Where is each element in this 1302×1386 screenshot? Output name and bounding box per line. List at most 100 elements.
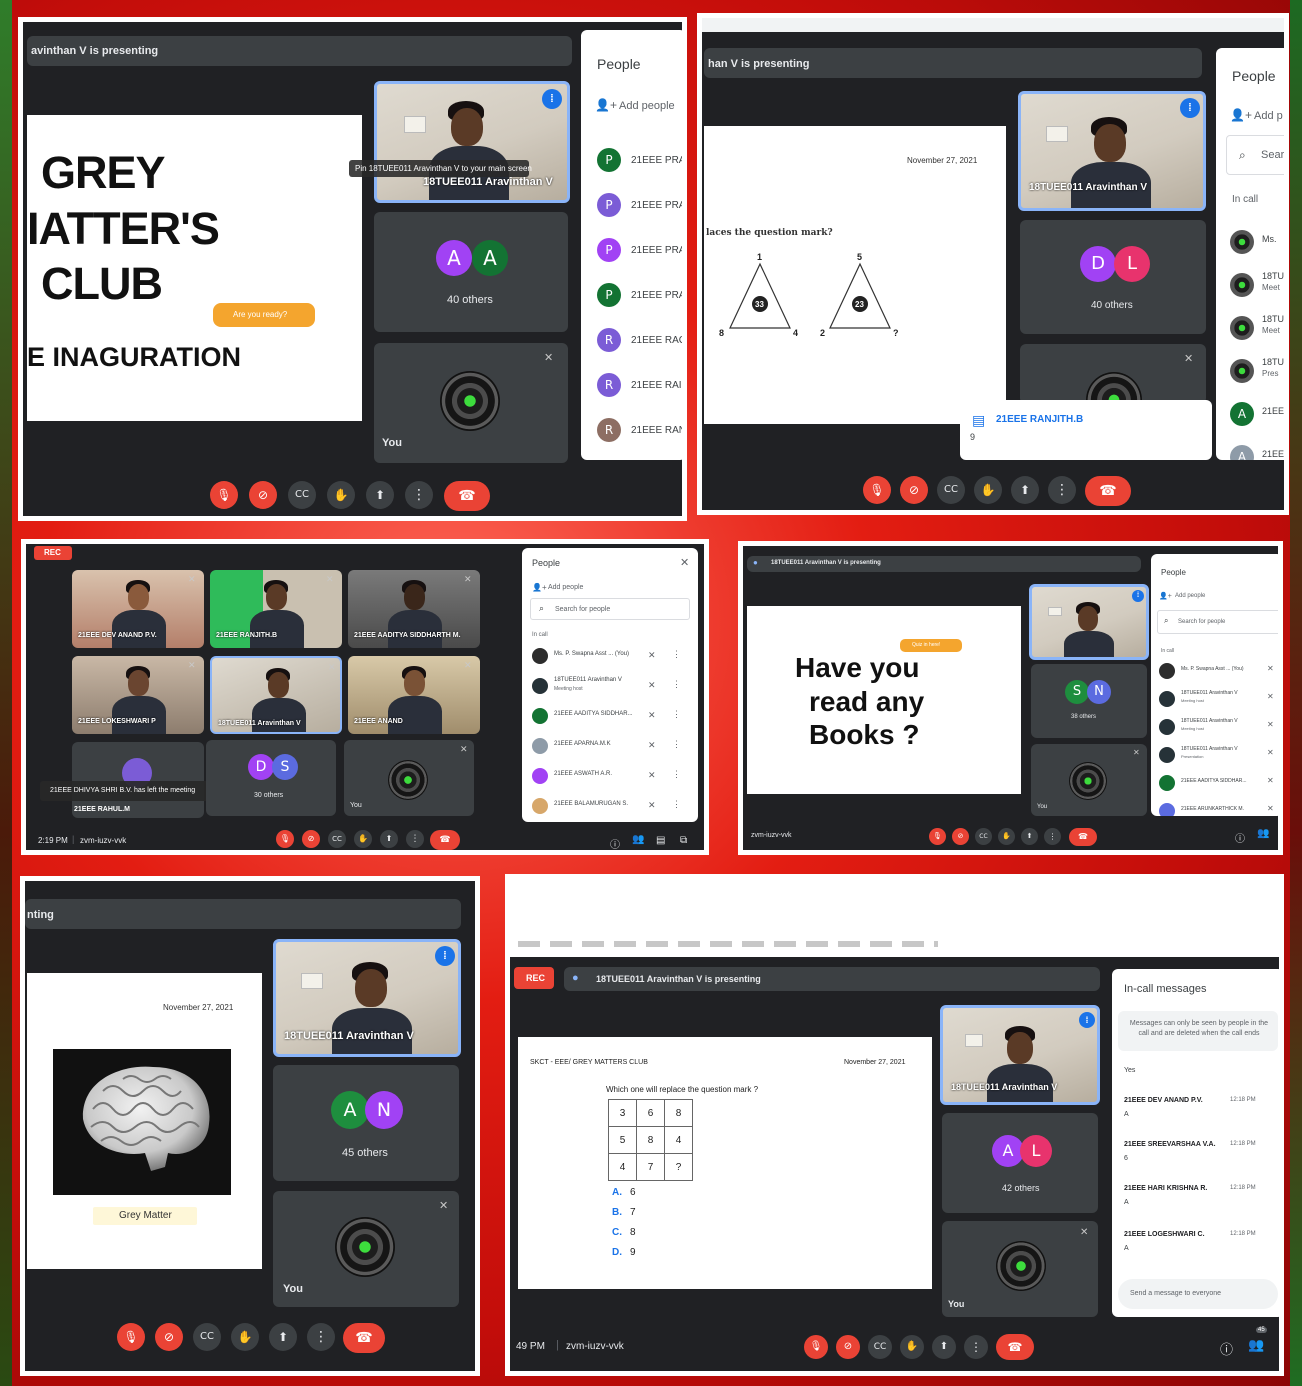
participant-tile[interactable]: 21EEE LOKESHWARI P ✕ (72, 656, 204, 734)
end-call-icon[interactable]: ☎ (444, 481, 490, 511)
chat-notification[interactable]: ▤ 21EEE RANJITH.B 9 (960, 400, 1212, 460)
self-tile[interactable]: ✕ You (273, 1191, 459, 1307)
raise-hand-icon[interactable]: ✋ (354, 830, 372, 848)
participant-tile[interactable]: 18TUEE011 Aravinthan V ✕ (210, 656, 342, 734)
mic-off-icon[interactable]: 🎙 (804, 1335, 828, 1359)
others-tile[interactable]: A A 40 others (374, 212, 568, 332)
end-call-icon[interactable]: ☎ (996, 1334, 1034, 1360)
present-icon[interactable]: ⬆ (932, 1335, 956, 1359)
add-people-button[interactable]: Add people (548, 584, 583, 591)
search-input[interactable]: ⌕ Search for people (530, 598, 690, 620)
others-tile[interactable]: D S 30 others (206, 740, 336, 816)
people-list-item[interactable]: 18TUEE011 Aravinthan V Presentation ✕ (1151, 744, 1278, 770)
message-input[interactable]: Send a message to everyone (1118, 1279, 1278, 1309)
camera-off-icon[interactable]: ⊘ (249, 481, 277, 509)
raise-hand-icon[interactable]: ✋ (327, 481, 355, 509)
people-list-item[interactable]: 18TUEE011 Aravinthan V Meeting host ✕ ⋮ (522, 674, 698, 702)
people-list-item[interactable]: Ms. (1216, 222, 1284, 262)
more-icon[interactable]: ⋮ (672, 679, 681, 690)
others-tile[interactable]: A L 42 others (942, 1113, 1098, 1213)
more-icon[interactable]: ⋮ (406, 830, 424, 848)
people-list-item[interactable]: 18TUEE011 Aravinthan V Meeting host ✕ (1151, 716, 1278, 742)
people-list-item[interactable]: 18TU Pres (1216, 351, 1284, 391)
add-people-button[interactable]: Add p (1254, 110, 1283, 122)
end-call-icon[interactable]: ☎ (1085, 476, 1131, 506)
self-tile[interactable]: ✕ You (374, 343, 568, 463)
self-tile[interactable]: ✕ You (1031, 744, 1147, 816)
self-tile[interactable]: ✕ (1020, 344, 1206, 404)
camera-off-icon[interactable]: ⊘ (952, 828, 969, 845)
captions-icon[interactable]: CC (937, 476, 965, 504)
info-icon[interactable]: ⓘ (1235, 830, 1245, 845)
captions-icon[interactable]: CC (868, 1335, 892, 1359)
mic-off-icon[interactable]: 🎙 (276, 830, 294, 848)
self-tile[interactable]: ✕ You (344, 740, 474, 816)
search-input[interactable]: ⌕ Search for people (1157, 610, 1278, 634)
people-list-item[interactable]: 18TUEE011 Aravinthan V Meeting host ✕ (1151, 688, 1278, 714)
participant-tile[interactable]: 21EEE DEV ANAND P.V. ✕ (72, 570, 204, 648)
people-list-item[interactable]: 21EEE AADITYA SIDDHAR... ✕ ⋮ (522, 704, 698, 732)
people-list-item[interactable]: P 21EEE PRA (581, 234, 682, 274)
captions-icon[interactable]: CC (328, 830, 346, 848)
mic-off-icon[interactable]: 🎙 (117, 1323, 145, 1351)
present-icon[interactable]: ⬆ (1021, 828, 1038, 845)
people-list-item[interactable]: A 21EE (1216, 394, 1284, 434)
present-icon[interactable]: ⬆ (1011, 476, 1039, 504)
end-call-icon[interactable]: ☎ (430, 830, 460, 850)
people-list-item[interactable]: 21EEE APARNA.M.K ✕ ⋮ (522, 734, 698, 762)
speaker-tile[interactable]: ⁞ (1029, 584, 1149, 660)
raise-hand-icon[interactable]: ✋ (998, 828, 1015, 845)
people-icon[interactable]: 👥 (632, 834, 644, 845)
people-list-item[interactable]: A 21EE (1216, 437, 1284, 460)
people-list-item[interactable]: R 21EEE RAN (581, 414, 682, 454)
raise-hand-icon[interactable]: ✋ (900, 1335, 924, 1359)
people-list-item[interactable]: P 21EEE PRA (581, 144, 682, 184)
participant-tile[interactable]: 21EEE RANJITH.B ✕ (210, 570, 342, 648)
speaker-tile[interactable]: ⁞ 18TUEE011 Aravinthan V (273, 939, 461, 1057)
raise-hand-icon[interactable]: ✋ (974, 476, 1002, 504)
search-input[interactable]: ⌕ Sear (1226, 135, 1284, 175)
chat-icon[interactable]: ▤ (656, 835, 665, 846)
people-list-item[interactable]: R 21EEE RAC (581, 324, 682, 364)
speaker-tile[interactable]: ⁞ 18TUEE011 Aravinthan V (1018, 91, 1206, 211)
self-tile[interactable]: ✕ You (942, 1221, 1098, 1317)
more-icon[interactable]: ⋮ (672, 769, 681, 780)
people-list-item[interactable]: P 21EEE PRA (581, 189, 682, 229)
more-icon[interactable]: ⋮ (307, 1323, 335, 1351)
more-icon[interactable]: ⋮ (672, 649, 681, 660)
activities-icon[interactable]: ⧉ (680, 835, 687, 846)
others-tile[interactable]: S N 38 others (1031, 664, 1147, 738)
end-call-icon[interactable]: ☎ (343, 1323, 385, 1353)
end-call-icon[interactable]: ☎ (1069, 828, 1097, 846)
present-icon[interactable]: ⬆ (269, 1323, 297, 1351)
raise-hand-icon[interactable]: ✋ (231, 1323, 259, 1351)
people-icon[interactable]: 👥 (1257, 828, 1269, 839)
people-list-item[interactable]: 18TU Meet (1216, 265, 1284, 305)
more-icon[interactable]: ⋮ (672, 709, 681, 720)
more-icon[interactable]: ⋮ (964, 1335, 988, 1359)
people-list-item[interactable]: Ms. P. Swapna Asst ... (You) ✕ (1151, 660, 1278, 686)
more-icon[interactable]: ⋮ (1044, 828, 1061, 845)
participant-tile[interactable]: 21EEE ANAND ✕ (348, 656, 480, 734)
close-icon[interactable]: ✕ (680, 556, 689, 569)
people-list-item[interactable]: Ms. P. Swapna Asst ... (You) ✕ ⋮ (522, 644, 698, 672)
add-people-button[interactable]: Add people (1175, 593, 1205, 599)
people-list-item[interactable]: 21EEE AADITYA SIDDHAR... ✕ (1151, 772, 1278, 798)
participant-tile[interactable]: 21EEE AADITYA SIDDHARTH M. ✕ (348, 570, 480, 648)
people-list-item[interactable]: R 21EEE RAI (581, 369, 682, 409)
camera-off-icon[interactable]: ⊘ (155, 1323, 183, 1351)
captions-icon[interactable]: CC (975, 828, 992, 845)
speaker-tile[interactable]: ⁞ 18TUEE011 Aravinthan V (374, 81, 570, 203)
mic-off-icon[interactable]: 🎙 (863, 476, 891, 504)
more-icon[interactable]: ⋮ (672, 739, 681, 750)
camera-off-icon[interactable]: ⊘ (836, 1335, 860, 1359)
add-people-icon[interactable]: 👤+ (1230, 108, 1252, 122)
people-list-item[interactable]: 21EEE ARUNKARTHICK M. ✕ (1151, 800, 1278, 816)
people-list-item[interactable]: 21EEE BALAMURUGAN S. ✕ ⋮ (522, 794, 698, 822)
more-icon[interactable]: ⋮ (405, 481, 433, 509)
people-list-item[interactable]: 21EEE ASWATH A.R. ✕ ⋮ (522, 764, 698, 792)
info-icon[interactable]: ⓘ (610, 836, 620, 850)
captions-icon[interactable]: CC (193, 1323, 221, 1351)
people-list-item[interactable]: 18TU Meet (1216, 308, 1284, 348)
others-tile[interactable]: D L 40 others (1020, 220, 1206, 334)
